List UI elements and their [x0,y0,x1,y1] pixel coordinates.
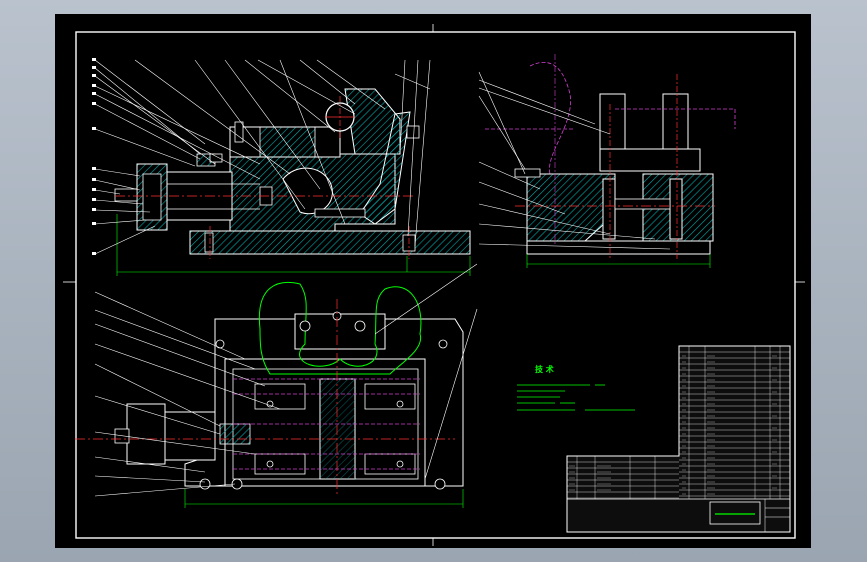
cad-viewport[interactable]: 技 术 [0,0,867,562]
parts-list [566,345,791,533]
tech-requirements-title: 技 术 [535,364,554,374]
top-view [75,263,478,508]
technical-requirements: 技 术 [517,364,635,411]
base-plate [189,230,471,255]
air-cylinder-top [126,403,166,465]
fixture-assembly-drawing: 技 术 [63,24,805,546]
front-view [92,58,471,276]
drawing-sheet: 技 术 [55,14,811,548]
